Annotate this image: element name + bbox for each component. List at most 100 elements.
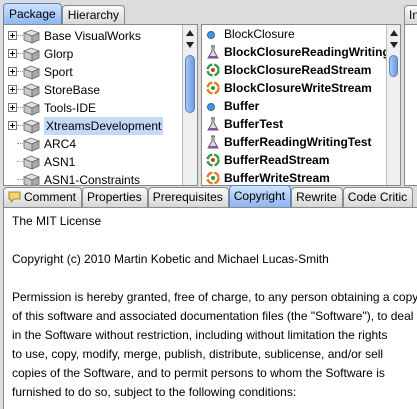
package-label: ASN1-Constraints	[44, 173, 141, 186]
class-row[interactable]: BlockClosureWriteStream	[202, 79, 392, 97]
tab-label: Rewrite	[296, 190, 337, 204]
package-icon	[22, 82, 41, 98]
text-line: furnished to do so, subject to the follo…	[12, 385, 297, 399]
class-row[interactable]: BlockClosureReadingWriting	[202, 43, 392, 61]
package-label: Glorp	[44, 47, 74, 61]
package-icon	[22, 154, 41, 170]
class-tabs: In	[404, 3, 417, 25]
comment-icon	[8, 190, 21, 203]
class-label: BufferReadingWritingTest	[224, 135, 372, 149]
copyright-text-editor[interactable]: The MIT License Copyright (c) 2010 Martin…	[3, 207, 417, 409]
tab-prerequisites[interactable]: Prerequisites	[147, 187, 229, 207]
class-row[interactable]: BlockClosure	[202, 25, 392, 43]
read-stream-icon	[205, 152, 221, 168]
extension-dot-icon	[205, 26, 221, 42]
text-line: to use, copy, modify, merge, publish, di…	[12, 347, 384, 361]
package-icon	[22, 46, 41, 62]
package-label: Tools-IDE	[44, 101, 97, 115]
tab-rewrite[interactable]: Rewrite	[291, 187, 343, 207]
expand-toggle-icon[interactable]	[8, 121, 17, 130]
tab-comment[interactable]: Comment	[3, 187, 83, 207]
tab-properties[interactable]: Properties	[82, 187, 148, 207]
package-label: ARC4	[44, 137, 77, 151]
tab-label: Copyright	[233, 189, 286, 203]
class-row[interactable]: Buffer	[202, 97, 392, 115]
class-dot-icon	[205, 98, 221, 114]
text-line	[12, 231, 417, 250]
text-line: Copyright (c) 2010 Martin Kobetic and Mi…	[12, 252, 329, 266]
package-label: XtreamsDevelopment	[44, 117, 164, 135]
tab-label: Prerequisites	[152, 190, 223, 204]
package-row[interactable]: ASN1	[4, 153, 182, 171]
class-row[interactable]: BufferReadStream	[202, 151, 392, 169]
text-line: Permission is hereby granted, free of ch…	[12, 290, 417, 304]
class-label: BlockClosureWriteStream	[224, 81, 372, 95]
scroll-down-arrow-icon[interactable]	[390, 42, 398, 48]
package-label: ASN1	[44, 155, 76, 169]
package-tabs: Package Hierarchy	[3, 3, 126, 25]
expand-toggle-icon[interactable]	[8, 103, 17, 112]
package-row[interactable]: Glorp	[4, 45, 182, 63]
test-flask-icon	[205, 134, 221, 150]
package-icon	[22, 100, 41, 116]
package-icon	[22, 118, 41, 134]
package-row[interactable]: XtreamsDevelopment	[4, 117, 182, 135]
scroll-down-arrow-icon[interactable]	[186, 42, 194, 48]
class-label: BlockClosureReadingWriting	[224, 45, 390, 59]
write-stream-icon	[205, 170, 221, 185]
tab-label: Code Critic	[347, 190, 408, 204]
text-line: of this software and associated document…	[12, 309, 414, 323]
package-row[interactable]: Base VisualWorks	[4, 27, 182, 45]
package-icon	[22, 172, 41, 185]
protocol-pane-partial[interactable]	[404, 24, 417, 186]
text-line	[12, 269, 417, 288]
class-row[interactable]: BufferWriteStream	[202, 169, 392, 185]
class-label: Buffer	[224, 99, 260, 113]
test-flask-icon	[205, 44, 221, 60]
read-stream-icon	[205, 62, 221, 78]
class-list[interactable]: BlockClosure BlockClosureReadingWriting Bl…	[201, 24, 401, 186]
class-row[interactable]: BufferTest	[202, 115, 392, 133]
code-tabs: Comment Properties Prerequisites Copyright R…	[0, 185, 417, 207]
expand-toggle-icon[interactable]	[8, 85, 17, 94]
test-flask-icon	[205, 116, 221, 132]
class-label: BufferReadStream	[224, 153, 330, 167]
tab-code-critic[interactable]: Code Critic	[342, 187, 414, 207]
package-row[interactable]: Sport	[4, 63, 182, 81]
package-row[interactable]: StoreBase	[4, 81, 182, 99]
scroll-thumb[interactable]	[185, 55, 195, 113]
package-row[interactable]: ARC4	[4, 135, 182, 153]
package-label: Sport	[44, 65, 73, 79]
scroll-up-arrow-icon[interactable]	[390, 30, 398, 36]
text-line: The MIT License	[12, 214, 102, 228]
expand-toggle-icon[interactable]	[8, 49, 17, 58]
tab-label: Comment	[24, 190, 77, 204]
write-stream-icon	[205, 80, 221, 96]
tab-label: Properties	[87, 190, 142, 204]
class-list-scrollbar[interactable]	[386, 25, 400, 185]
package-row[interactable]: ASN1-Constraints	[4, 171, 182, 186]
package-icon	[22, 64, 41, 80]
tab-copyright[interactable]: Copyright	[228, 185, 292, 207]
scroll-up-arrow-icon[interactable]	[186, 30, 194, 36]
class-row[interactable]: BufferReadingWritingTest	[202, 133, 392, 151]
tab-instance-partial[interactable]: In	[404, 5, 417, 25]
scroll-thumb[interactable]	[389, 55, 398, 77]
class-label: BufferTest	[224, 117, 284, 131]
expand-toggle-icon[interactable]	[8, 67, 17, 76]
text-line: in the Software without restriction, inc…	[12, 328, 388, 342]
expand-toggle-icon[interactable]	[8, 31, 17, 40]
package-tree-scrollbar[interactable]	[182, 25, 197, 185]
package-label: Base VisualWorks	[44, 29, 141, 43]
tab-package[interactable]: Package	[3, 3, 62, 25]
text-line: copies of the Software, and to permit pe…	[12, 366, 385, 380]
package-tree[interactable]: Base VisualWorks Glorp Sport StoreBase Tools…	[3, 24, 198, 186]
package-label: StoreBase	[44, 83, 101, 97]
class-label: BlockClosure	[224, 27, 295, 41]
package-icon	[22, 28, 41, 44]
package-icon	[22, 136, 41, 152]
class-row[interactable]: BlockClosureReadStream	[202, 61, 392, 79]
class-label: BlockClosureReadStream	[224, 63, 372, 77]
tab-hierarchy[interactable]: Hierarchy	[61, 5, 126, 25]
package-row[interactable]: Tools-IDE	[4, 99, 182, 117]
